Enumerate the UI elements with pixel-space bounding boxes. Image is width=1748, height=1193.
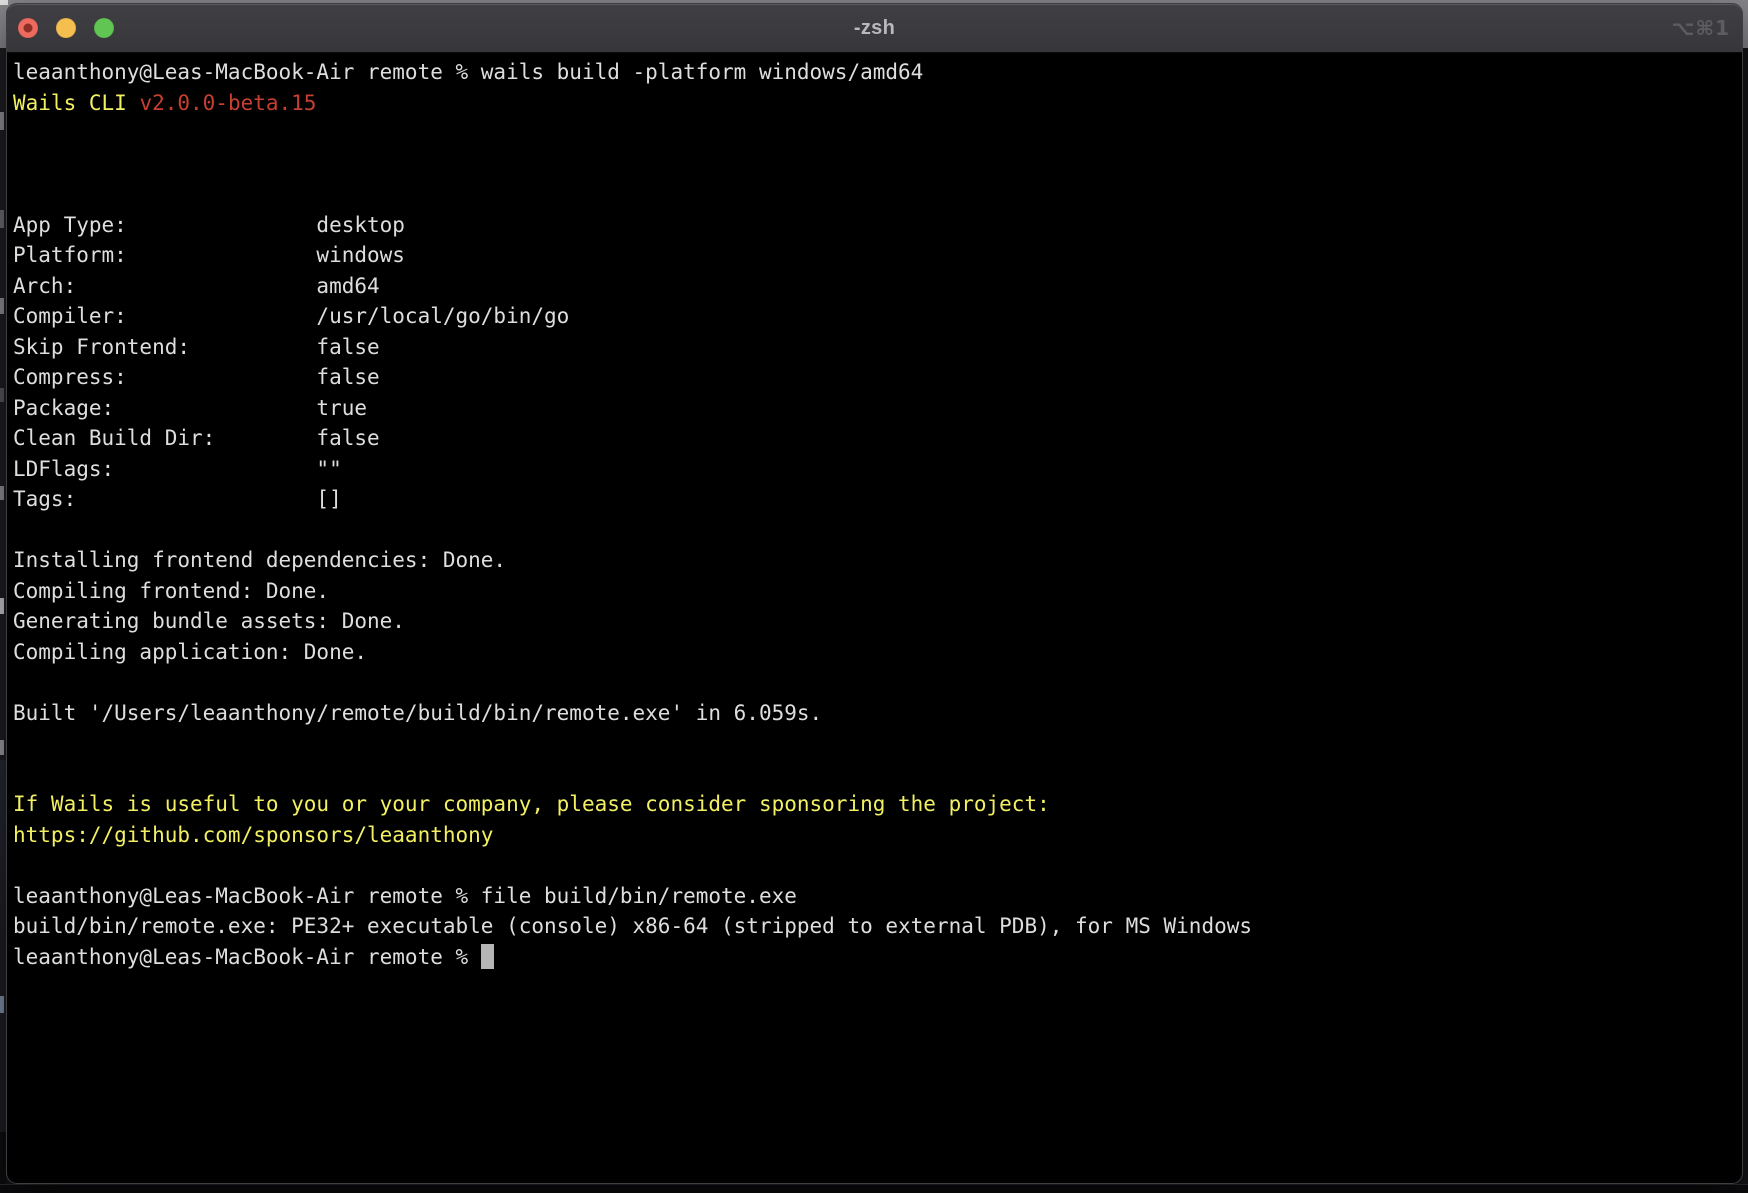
terminal-text-segment: LDFlags: "" (13, 457, 342, 481)
terminal-text-segment: Compiling frontend: Done. (13, 579, 329, 603)
terminal-line (13, 118, 1742, 149)
terminal-window: -zsh ⌥⌘1 leaanthony@Leas-MacBook-Air rem… (6, 3, 1743, 1184)
terminal-text-segment: Built '/Users/leaanthony/remote/build/bi… (13, 701, 822, 725)
terminal-text-segment: Tags: [] (13, 487, 342, 511)
terminal-text-segment: Clean Build Dir: false (13, 426, 380, 450)
terminal-line: App Type: desktop (13, 210, 1742, 241)
terminal-text-segment: Compiling application: Done. (13, 640, 367, 664)
background-fragment (0, 740, 4, 755)
terminal-line: leaanthony@Leas-MacBook-Air remote % wai… (13, 57, 1742, 88)
terminal-text-segment: Skip Frontend: false (13, 335, 380, 359)
terminal-line (13, 667, 1742, 698)
terminal-line: Installing frontend dependencies: Done. (13, 545, 1742, 576)
terminal-line: Wails CLI v2.0.0-beta.15 (13, 88, 1742, 119)
terminal-text-segment: Platform: windows (13, 243, 405, 267)
terminal-line: Compiling application: Done. (13, 637, 1742, 668)
terminal-text-segment: leaanthony@Leas-MacBook-Air remote % (13, 945, 481, 969)
terminal-line: Compiling frontend: Done. (13, 576, 1742, 607)
terminal-text-segment: App Type: desktop (13, 213, 405, 237)
terminal-line: Arch: amd64 (13, 271, 1742, 302)
terminal-cursor (481, 944, 494, 969)
terminal-output[interactable]: leaanthony@Leas-MacBook-Air remote % wai… (7, 53, 1742, 972)
terminal-line (13, 149, 1742, 180)
background-fragment (0, 388, 4, 402)
terminal-line (13, 759, 1742, 790)
background-fragment (0, 486, 4, 500)
background-fragment (0, 210, 4, 228)
terminal-text-segment: Generating bundle assets: Done. (13, 609, 405, 633)
terminal-line: Clean Build Dir: false (13, 423, 1742, 454)
terminal-line: Tags: [] (13, 484, 1742, 515)
terminal-line: Compiler: /usr/local/go/bin/go (13, 301, 1742, 332)
terminal-text-segment: leaanthony@Leas-MacBook-Air remote % fil… (13, 884, 797, 908)
terminal-text-segment: leaanthony@Leas-MacBook-Air remote % wai… (13, 60, 923, 84)
window-shortcut-badge: ⌥⌘1 (1671, 4, 1730, 52)
terminal-line: Skip Frontend: false (13, 332, 1742, 363)
terminal-text-segment: Compress: false (13, 365, 380, 389)
terminal-line: leaanthony@Leas-MacBook-Air remote % (13, 942, 1742, 973)
terminal-line: Built '/Users/leaanthony/remote/build/bi… (13, 698, 1742, 729)
terminal-text-segment: Arch: amd64 (13, 274, 380, 298)
terminal-line: Package: true (13, 393, 1742, 424)
background-fragment (0, 298, 4, 314)
terminal-line: Generating bundle assets: Done. (13, 606, 1742, 637)
terminal-line: If Wails is useful to you or your compan… (13, 789, 1742, 820)
terminal-line (13, 728, 1742, 759)
terminal-line: LDFlags: "" (13, 454, 1742, 485)
background-fragment (0, 598, 4, 614)
terminal-text-segment: Package: true (13, 396, 367, 420)
terminal-line: build/bin/remote.exe: PE32+ executable (… (13, 911, 1742, 942)
terminal-text-segment: If Wails is useful to you or your compan… (13, 792, 1050, 816)
background-fragment (0, 112, 4, 130)
terminal-line: Platform: windows (13, 240, 1742, 271)
terminal-text-segment: https://github.com/sponsors/leaanthony (13, 823, 493, 847)
terminal-text-segment: Wails CLI (13, 91, 139, 115)
terminal-line: leaanthony@Leas-MacBook-Air remote % fil… (13, 881, 1742, 912)
terminal-text-segment: build/bin/remote.exe: PE32+ executable (… (13, 914, 1252, 938)
window-title: -zsh (7, 4, 1742, 52)
terminal-text-segment: Compiler: /usr/local/go/bin/go (13, 304, 569, 328)
terminal-line: https://github.com/sponsors/leaanthony (13, 820, 1742, 851)
background-fragment (0, 996, 4, 1013)
terminal-text-segment: Installing frontend dependencies: Done. (13, 548, 506, 572)
window-titlebar[interactable]: -zsh ⌥⌘1 (7, 4, 1742, 53)
terminal-line (13, 850, 1742, 881)
terminal-text-segment: v2.0.0-beta.15 (139, 91, 316, 115)
terminal-line: Compress: false (13, 362, 1742, 393)
terminal-line (13, 515, 1742, 546)
terminal-line (13, 179, 1742, 210)
